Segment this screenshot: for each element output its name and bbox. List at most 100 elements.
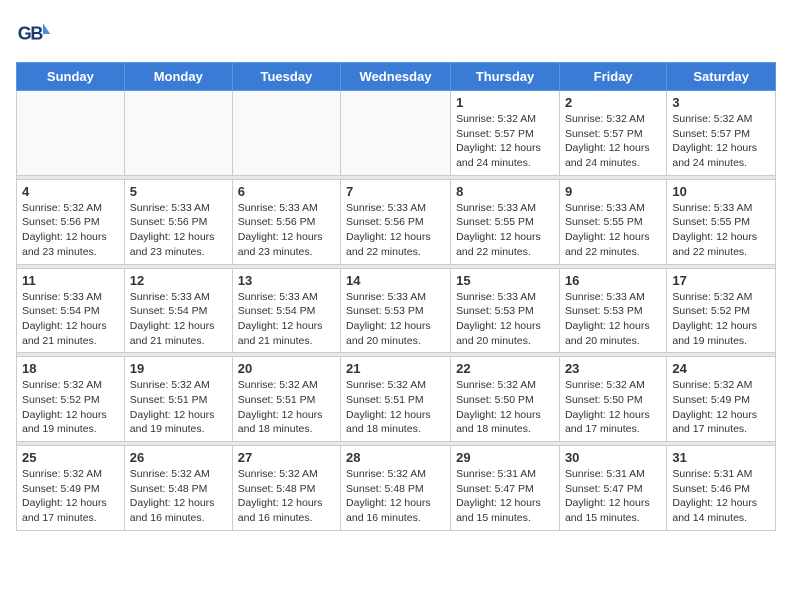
day-number: 24 bbox=[672, 361, 770, 376]
day-info: Sunrise: 5:32 AM Sunset: 5:48 PM Dayligh… bbox=[130, 467, 227, 526]
day-info: Sunrise: 5:32 AM Sunset: 5:51 PM Dayligh… bbox=[130, 378, 227, 437]
calendar-cell: 9 Sunrise: 5:33 AM Sunset: 5:55 PM Daylig… bbox=[559, 179, 666, 264]
day-info: Sunrise: 5:33 AM Sunset: 5:54 PM Dayligh… bbox=[238, 290, 335, 349]
calendar-cell: 12Sunrise: 5:33 AM Sunset: 5:54 PM Dayli… bbox=[124, 268, 232, 353]
calendar-cell: 3Sunrise: 5:32 AM Sunset: 5:57 PM Daylig… bbox=[667, 91, 776, 176]
week-row-1: 1 Sunrise: 5:32 AM Sunset: 5:57 PM Daylig… bbox=[17, 91, 776, 176]
calendar-cell: 16 Sunrise: 5:33 AM Sunset: 5:53 PM Dayli… bbox=[559, 268, 666, 353]
day-number: 16 bbox=[565, 273, 661, 288]
day-info: Sunrise: 5:31 AM Sunset: 5:46 PM Dayligh… bbox=[672, 467, 770, 526]
calendar-cell: 13 Sunrise: 5:33 AM Sunset: 5:54 PM Dayli… bbox=[232, 268, 340, 353]
day-number: 13 bbox=[238, 273, 335, 288]
calendar-cell: 30 Sunrise: 5:31 AM Sunset: 5:47 PM Dayli… bbox=[559, 446, 666, 531]
svg-text:B: B bbox=[30, 23, 43, 43]
day-number: 9 bbox=[565, 184, 661, 199]
day-number: 6 bbox=[238, 184, 335, 199]
day-info: Sunrise: 5:32 AM Sunset: 5:51 PM Dayligh… bbox=[346, 378, 445, 437]
weekday-header-saturday: Saturday bbox=[667, 63, 776, 91]
week-row-3: 11Sunrise: 5:33 AM Sunset: 5:54 PM Dayli… bbox=[17, 268, 776, 353]
day-number: 18 bbox=[22, 361, 119, 376]
day-number: 1 bbox=[456, 95, 554, 110]
day-info: Sunrise: 5:32 AM Sunset: 5:57 PM Dayligh… bbox=[565, 112, 661, 171]
weekday-header-row: SundayMondayTuesdayWednesdayThursdayFrid… bbox=[17, 63, 776, 91]
day-number: 17 bbox=[672, 273, 770, 288]
day-info: Sunrise: 5:32 AM Sunset: 5:52 PM Dayligh… bbox=[672, 290, 770, 349]
day-number: 28 bbox=[346, 450, 445, 465]
day-number: 20 bbox=[238, 361, 335, 376]
day-info: Sunrise: 5:33 AM Sunset: 5:55 PM Dayligh… bbox=[456, 201, 554, 260]
day-number: 4 bbox=[22, 184, 119, 199]
day-number: 14 bbox=[346, 273, 445, 288]
day-info: Sunrise: 5:33 AM Sunset: 5:53 PM Dayligh… bbox=[456, 290, 554, 349]
calendar-cell: 7 Sunrise: 5:33 AM Sunset: 5:56 PM Daylig… bbox=[341, 179, 451, 264]
calendar-cell: 10Sunrise: 5:33 AM Sunset: 5:55 PM Dayli… bbox=[667, 179, 776, 264]
calendar-cell: 19 Sunrise: 5:32 AM Sunset: 5:51 PM Dayli… bbox=[124, 357, 232, 442]
week-row-4: 18 Sunrise: 5:32 AM Sunset: 5:52 PM Dayli… bbox=[17, 357, 776, 442]
calendar-cell: 2 Sunrise: 5:32 AM Sunset: 5:57 PM Daylig… bbox=[559, 91, 666, 176]
day-number: 26 bbox=[130, 450, 227, 465]
calendar-cell bbox=[232, 91, 340, 176]
day-info: Sunrise: 5:33 AM Sunset: 5:56 PM Dayligh… bbox=[238, 201, 335, 260]
calendar-cell: 17 Sunrise: 5:32 AM Sunset: 5:52 PM Dayli… bbox=[667, 268, 776, 353]
day-info: Sunrise: 5:33 AM Sunset: 5:55 PM Dayligh… bbox=[565, 201, 661, 260]
calendar-cell: 15 Sunrise: 5:33 AM Sunset: 5:53 PM Dayli… bbox=[451, 268, 560, 353]
logo-icon: G B bbox=[16, 16, 52, 52]
calendar-cell: 20 Sunrise: 5:32 AM Sunset: 5:51 PM Dayli… bbox=[232, 357, 340, 442]
day-number: 30 bbox=[565, 450, 661, 465]
weekday-header-friday: Friday bbox=[559, 63, 666, 91]
weekday-header-sunday: Sunday bbox=[17, 63, 125, 91]
calendar-cell: 8 Sunrise: 5:33 AM Sunset: 5:55 PM Daylig… bbox=[451, 179, 560, 264]
day-number: 7 bbox=[346, 184, 445, 199]
weekday-header-thursday: Thursday bbox=[451, 63, 560, 91]
day-number: 27 bbox=[238, 450, 335, 465]
calendar-cell: 27 Sunrise: 5:32 AM Sunset: 5:48 PM Dayli… bbox=[232, 446, 340, 531]
day-info: Sunrise: 5:33 AM Sunset: 5:56 PM Dayligh… bbox=[130, 201, 227, 260]
calendar-cell: 25Sunrise: 5:32 AM Sunset: 5:49 PM Dayli… bbox=[17, 446, 125, 531]
calendar-cell: 18 Sunrise: 5:32 AM Sunset: 5:52 PM Dayli… bbox=[17, 357, 125, 442]
day-info: Sunrise: 5:32 AM Sunset: 5:48 PM Dayligh… bbox=[238, 467, 335, 526]
day-number: 19 bbox=[130, 361, 227, 376]
day-info: Sunrise: 5:32 AM Sunset: 5:56 PM Dayligh… bbox=[22, 201, 119, 260]
day-info: Sunrise: 5:31 AM Sunset: 5:47 PM Dayligh… bbox=[565, 467, 661, 526]
day-info: Sunrise: 5:32 AM Sunset: 5:50 PM Dayligh… bbox=[565, 378, 661, 437]
calendar-cell: 23 Sunrise: 5:32 AM Sunset: 5:50 PM Dayli… bbox=[559, 357, 666, 442]
weekday-header-tuesday: Tuesday bbox=[232, 63, 340, 91]
day-number: 5 bbox=[130, 184, 227, 199]
day-info: Sunrise: 5:33 AM Sunset: 5:53 PM Dayligh… bbox=[346, 290, 445, 349]
calendar-cell: 28 Sunrise: 5:32 AM Sunset: 5:48 PM Dayli… bbox=[341, 446, 451, 531]
calendar-table: SundayMondayTuesdayWednesdayThursdayFrid… bbox=[16, 62, 776, 531]
weekday-header-monday: Monday bbox=[124, 63, 232, 91]
week-row-2: 4 Sunrise: 5:32 AM Sunset: 5:56 PM Daylig… bbox=[17, 179, 776, 264]
calendar-cell: 11Sunrise: 5:33 AM Sunset: 5:54 PM Dayli… bbox=[17, 268, 125, 353]
day-number: 8 bbox=[456, 184, 554, 199]
calendar-cell: 4 Sunrise: 5:32 AM Sunset: 5:56 PM Daylig… bbox=[17, 179, 125, 264]
logo: G B bbox=[16, 16, 56, 52]
day-info: Sunrise: 5:32 AM Sunset: 5:49 PM Dayligh… bbox=[22, 467, 119, 526]
calendar-cell: 5 Sunrise: 5:33 AM Sunset: 5:56 PM Daylig… bbox=[124, 179, 232, 264]
day-number: 12 bbox=[130, 273, 227, 288]
day-info: Sunrise: 5:32 AM Sunset: 5:57 PM Dayligh… bbox=[456, 112, 554, 171]
day-number: 21 bbox=[346, 361, 445, 376]
day-info: Sunrise: 5:33 AM Sunset: 5:56 PM Dayligh… bbox=[346, 201, 445, 260]
day-number: 23 bbox=[565, 361, 661, 376]
day-info: Sunrise: 5:33 AM Sunset: 5:53 PM Dayligh… bbox=[565, 290, 661, 349]
day-number: 15 bbox=[456, 273, 554, 288]
week-row-5: 25Sunrise: 5:32 AM Sunset: 5:49 PM Dayli… bbox=[17, 446, 776, 531]
day-info: Sunrise: 5:33 AM Sunset: 5:55 PM Dayligh… bbox=[672, 201, 770, 260]
day-number: 3 bbox=[672, 95, 770, 110]
calendar-cell bbox=[341, 91, 451, 176]
calendar-cell: 22Sunrise: 5:32 AM Sunset: 5:50 PM Dayli… bbox=[451, 357, 560, 442]
calendar-cell bbox=[124, 91, 232, 176]
weekday-header-wednesday: Wednesday bbox=[341, 63, 451, 91]
day-info: Sunrise: 5:32 AM Sunset: 5:50 PM Dayligh… bbox=[456, 378, 554, 437]
day-number: 31 bbox=[672, 450, 770, 465]
day-info: Sunrise: 5:32 AM Sunset: 5:48 PM Dayligh… bbox=[346, 467, 445, 526]
calendar-cell: 31 Sunrise: 5:31 AM Sunset: 5:46 PM Dayli… bbox=[667, 446, 776, 531]
day-number: 2 bbox=[565, 95, 661, 110]
calendar-cell: 6 Sunrise: 5:33 AM Sunset: 5:56 PM Daylig… bbox=[232, 179, 340, 264]
day-info: Sunrise: 5:32 AM Sunset: 5:51 PM Dayligh… bbox=[238, 378, 335, 437]
day-number: 29 bbox=[456, 450, 554, 465]
day-info: Sunrise: 5:32 AM Sunset: 5:49 PM Dayligh… bbox=[672, 378, 770, 437]
calendar-cell: 24 Sunrise: 5:32 AM Sunset: 5:49 PM Dayli… bbox=[667, 357, 776, 442]
day-info: Sunrise: 5:32 AM Sunset: 5:52 PM Dayligh… bbox=[22, 378, 119, 437]
